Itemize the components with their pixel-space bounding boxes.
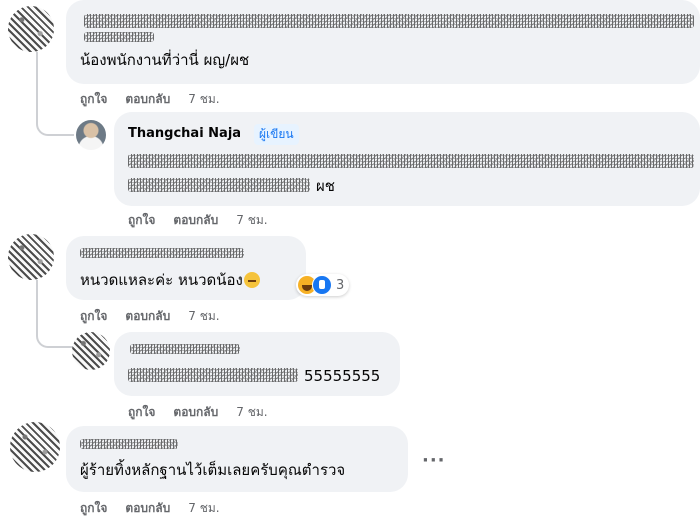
like-button[interactable]: ถูกใจ [80,501,107,515]
comment-actions: ถูกใจ ตอบกลับ 7 ชม. [128,403,268,422]
reaction-summary[interactable]: 3 [296,274,350,296]
weary-face-emoji [243,272,260,288]
more-options-button[interactable]: ··· [422,450,446,471]
redacted-text [128,368,298,382]
avatar[interactable] [76,120,106,150]
reply-button[interactable]: ตอบกลับ [173,405,218,419]
redacted-author-name [130,344,240,354]
redacted-text [128,154,694,168]
redacted-author-name [80,439,178,449]
comment-text: 55555555 [304,367,381,385]
avatar[interactable] [8,6,54,52]
timestamp[interactable]: 7 ชม. [236,405,267,419]
comment-actions: ถูกใจ ตอบกลับ 7 ชม. [80,499,220,518]
comment-actions: ถูกใจ ตอบกลับ 7 ชม. [80,90,220,109]
comment-bubble: ผู้ร้ายทิ้งหลักฐานไว้เต็มเลยครับคุณตำรวจ [66,426,408,492]
redacted-text [128,178,310,192]
redacted-author-name [80,248,244,258]
avatar[interactable] [10,422,60,472]
reply-button[interactable]: ตอบกลับ [125,501,170,515]
comment-bubble: น้องพนักงานที่ว่านี่ ผญ/ผช [66,0,700,84]
timestamp[interactable]: 7 ชม. [236,213,267,227]
like-button[interactable]: ถูกใจ [80,92,107,106]
like-button[interactable]: ถูกใจ [128,213,155,227]
reaction-count: 3 [336,277,345,293]
comment-text: ผช [316,177,335,195]
comment-bubble: หนวดแหละค่ะ หนวดน้อง [66,236,306,300]
like-reaction-icon [312,275,332,295]
comment-text: น้องพนักงานที่ว่านี่ ผญ/ผช [80,51,250,69]
timestamp[interactable]: 7 ชม. [188,92,219,106]
redacted-text [84,32,154,42]
reply-button[interactable]: ตอบกลับ [125,92,170,106]
avatar[interactable] [72,332,110,370]
author-badge: ผู้เขียน [254,124,299,145]
redacted-author-name [84,14,694,28]
reply-button[interactable]: ตอบกลับ [173,213,218,227]
timestamp[interactable]: 7 ชม. [188,309,219,323]
comment-text: หนวดแหละค่ะ หนวดน้อง [80,270,260,290]
comment-actions: ถูกใจ ตอบกลับ 7 ชม. [128,211,268,230]
timestamp[interactable]: 7 ชม. [188,501,219,515]
author-name[interactable]: Thangchai Naja [128,126,241,141]
like-button[interactable]: ถูกใจ [128,405,155,419]
comment-text-content: หนวดแหละค่ะ หนวดน้อง [80,271,243,289]
comment-bubble: 55555555 [114,332,400,396]
comment-actions: ถูกใจ ตอบกลับ 7 ชม. [80,307,220,326]
comment-bubble: Thangchai Naja ผู้เขียน ผช [114,112,700,206]
comment-text: ผู้ร้ายทิ้งหลักฐานไว้เต็มเลยครับคุณตำรวจ [80,461,346,479]
like-button[interactable]: ถูกใจ [80,309,107,323]
reply-button[interactable]: ตอบกลับ [125,309,170,323]
avatar[interactable] [8,234,54,280]
